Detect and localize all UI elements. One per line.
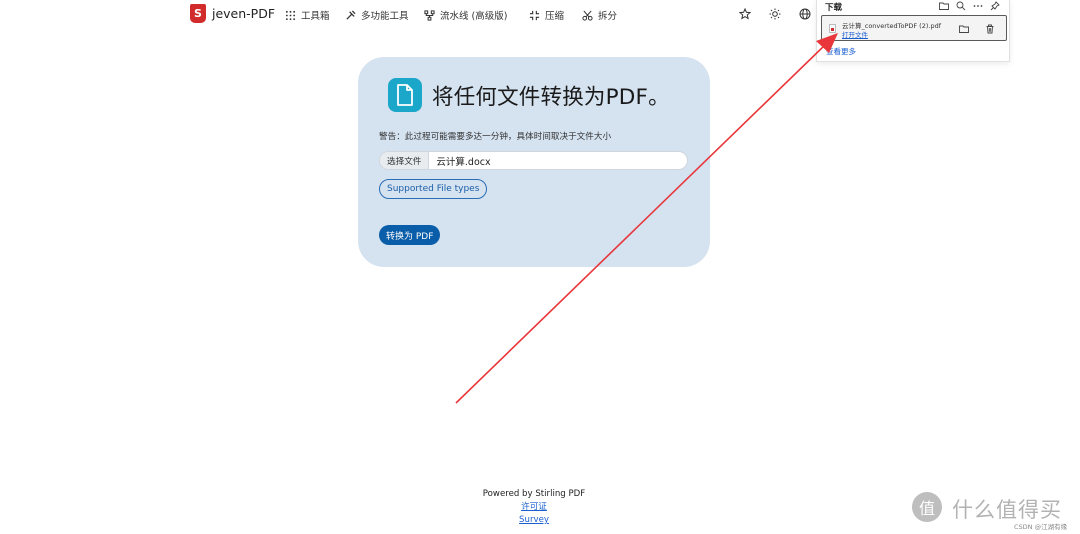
- downloads-title: 下载: [825, 3, 843, 13]
- trash-icon[interactable]: [985, 24, 995, 34]
- search-icon[interactable]: [956, 1, 966, 11]
- choose-file-button[interactable]: 选择文件: [380, 152, 430, 169]
- see-more-link[interactable]: 查看更多: [826, 46, 856, 57]
- sun-icon[interactable]: [769, 8, 781, 20]
- card-header: 将任何文件转换为PDF。: [388, 78, 670, 112]
- nav-compress-label: 压缩: [545, 11, 565, 22]
- supported-file-types-button[interactable]: Supported File types: [379, 179, 488, 199]
- nav-compress[interactable]: 压缩: [529, 8, 564, 22]
- footer: Powered by Stirling PDF 许可证 Survey: [434, 488, 634, 527]
- pdf-file-icon: [829, 24, 836, 33]
- grid-icon: [285, 10, 296, 20]
- powered-by-text: Powered by Stirling PDF: [482, 489, 586, 499]
- more-icon[interactable]: [973, 1, 983, 11]
- stirling-logo-icon: S: [190, 4, 206, 23]
- downloads-panel: 下载 云计算_convertedToPDF (2).pdf 打开文件 查看更多: [816, 0, 1010, 62]
- nav-toolbox-label: 工具箱: [301, 11, 330, 22]
- nav-multitool[interactable]: 多功能工具: [345, 8, 409, 22]
- brand-name: jeven-PDF: [212, 6, 276, 21]
- compress-icon: [529, 10, 540, 20]
- folder-icon[interactable]: [939, 1, 949, 11]
- scissors-icon: [582, 10, 593, 21]
- star-icon[interactable]: [739, 8, 751, 20]
- nav-split[interactable]: 拆分: [582, 8, 617, 22]
- document-icon: [388, 78, 422, 112]
- pin-icon[interactable]: [990, 1, 1000, 11]
- tools-icon: [346, 9, 356, 20]
- globe-icon[interactable]: [799, 8, 811, 20]
- open-file-link[interactable]: 打开文件: [842, 29, 868, 39]
- selected-file-name: 云计算.docx: [436, 156, 491, 168]
- show-in-folder-icon[interactable]: [959, 24, 969, 34]
- license-link[interactable]: 许可证: [434, 501, 634, 514]
- warning-text: 警告：此过程可能需要多达一分钟，具体时间取决于文件大小: [379, 132, 612, 142]
- convert-card: 将任何文件转换为PDF。 警告：此过程可能需要多达一分钟，具体时间取决于文件大小…: [358, 57, 710, 267]
- nav-pipeline-label: 流水线 (高级版): [440, 11, 508, 22]
- convert-to-pdf-button[interactable]: 转换为 PDF: [379, 225, 441, 245]
- watermark-text: 什么值得买: [952, 498, 1062, 522]
- watermark-logo: 值: [912, 492, 942, 522]
- watermark-credit: CSDN @江湖有缘: [1014, 523, 1068, 531]
- nav-split-label: 拆分: [598, 11, 618, 22]
- page-title: 将任何文件转换为PDF。: [432, 84, 670, 110]
- file-input[interactable]: 选择文件 云计算.docx: [379, 151, 688, 170]
- pipeline-icon: [424, 9, 435, 21]
- nav-toolbox[interactable]: 工具箱: [285, 8, 330, 22]
- brand[interactable]: S jeven-PDF: [190, 4, 275, 23]
- nav-multitool-label: 多功能工具: [361, 11, 409, 22]
- survey-link[interactable]: Survey: [434, 514, 634, 527]
- download-item[interactable]: 云计算_convertedToPDF (2).pdf 打开文件: [821, 15, 1007, 41]
- nav-pipeline[interactable]: 流水线 (高级版): [424, 8, 507, 22]
